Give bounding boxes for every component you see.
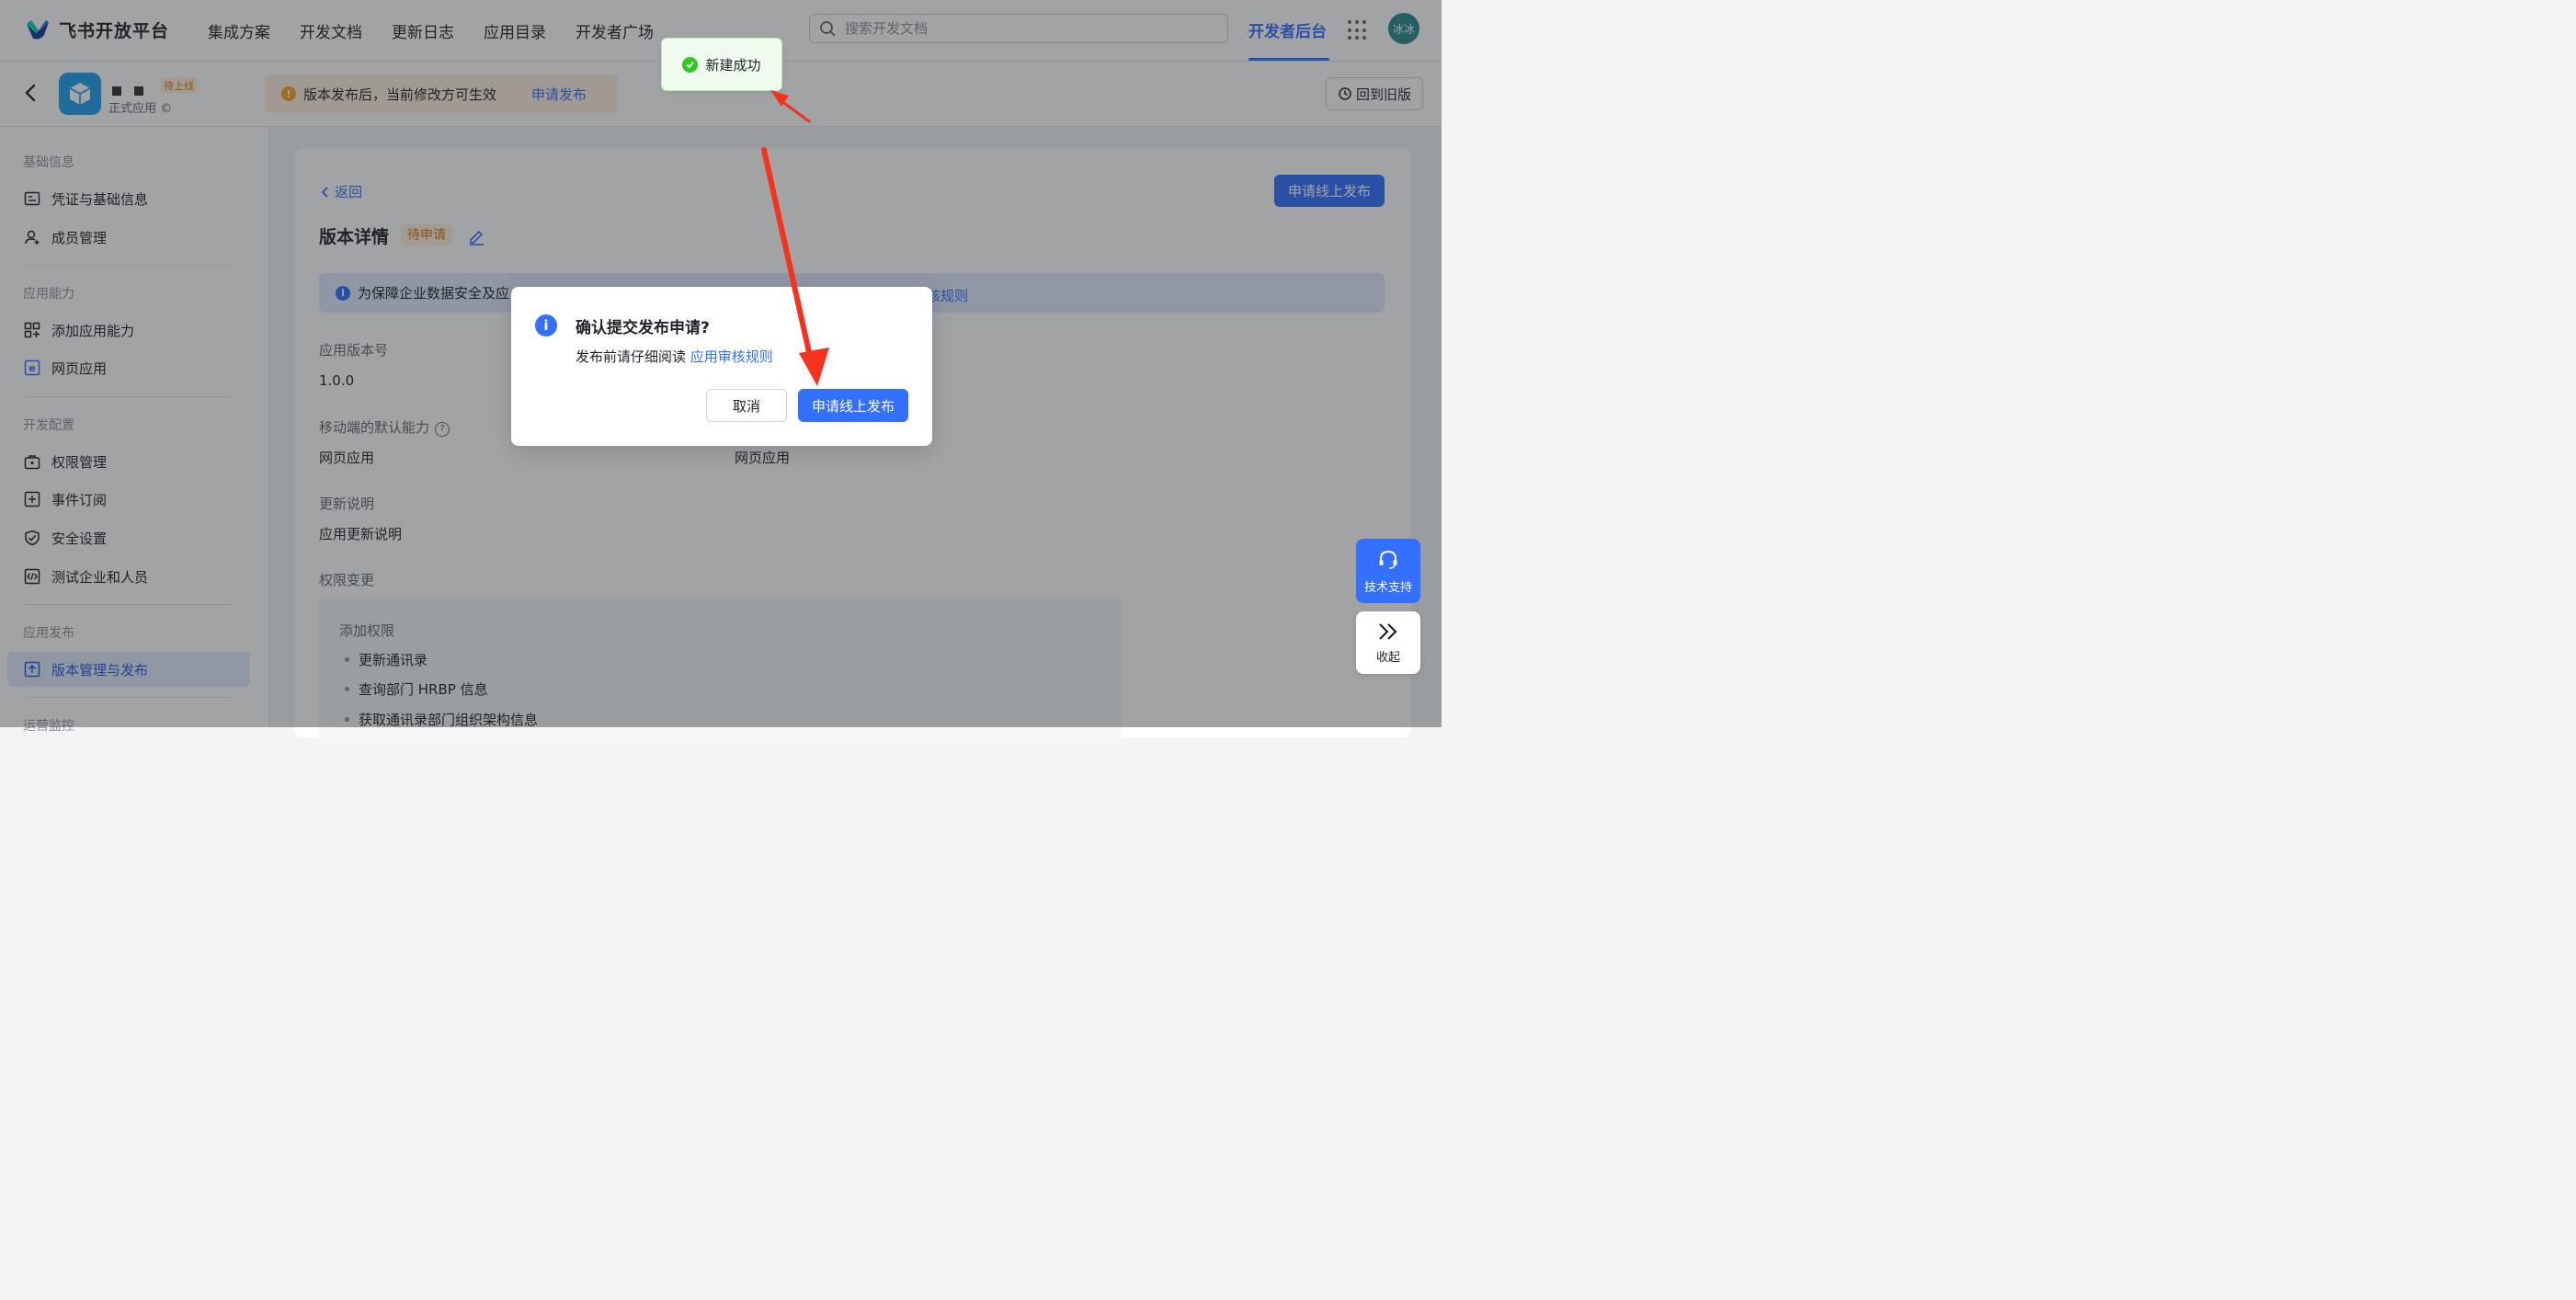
confirm-publish-dialog: i 确认提交发布申请? 发布前请仔细阅读 应用审核规则 取消 申请线上发布 — [511, 287, 932, 446]
tech-support-label: 技术支持 — [1363, 580, 1412, 595]
double-chevron-right-icon — [1379, 622, 1397, 640]
dialog-title: 确认提交发布申请? — [576, 319, 710, 337]
tech-support-button[interactable]: 技术支持 — [1356, 539, 1420, 603]
dialog-description: 发布前请仔细阅读 应用审核规则 — [576, 347, 773, 366]
success-toast: 新建成功 — [661, 38, 782, 91]
check-circle-icon — [682, 56, 699, 73]
app-review-rules-link[interactable]: 应用审核规则 — [690, 348, 773, 365]
confirm-online-publish-button[interactable]: 申请线上发布 — [798, 389, 908, 422]
collapse-button[interactable]: 收起 — [1356, 611, 1420, 674]
info-icon: i — [535, 314, 557, 336]
dialog-description-text: 发布前请仔细阅读 — [576, 348, 687, 365]
toast-message: 新建成功 — [705, 56, 761, 74]
headset-icon — [1379, 550, 1397, 569]
cancel-button[interactable]: 取消 — [706, 389, 787, 422]
collapse-label: 收起 — [1375, 650, 1400, 665]
